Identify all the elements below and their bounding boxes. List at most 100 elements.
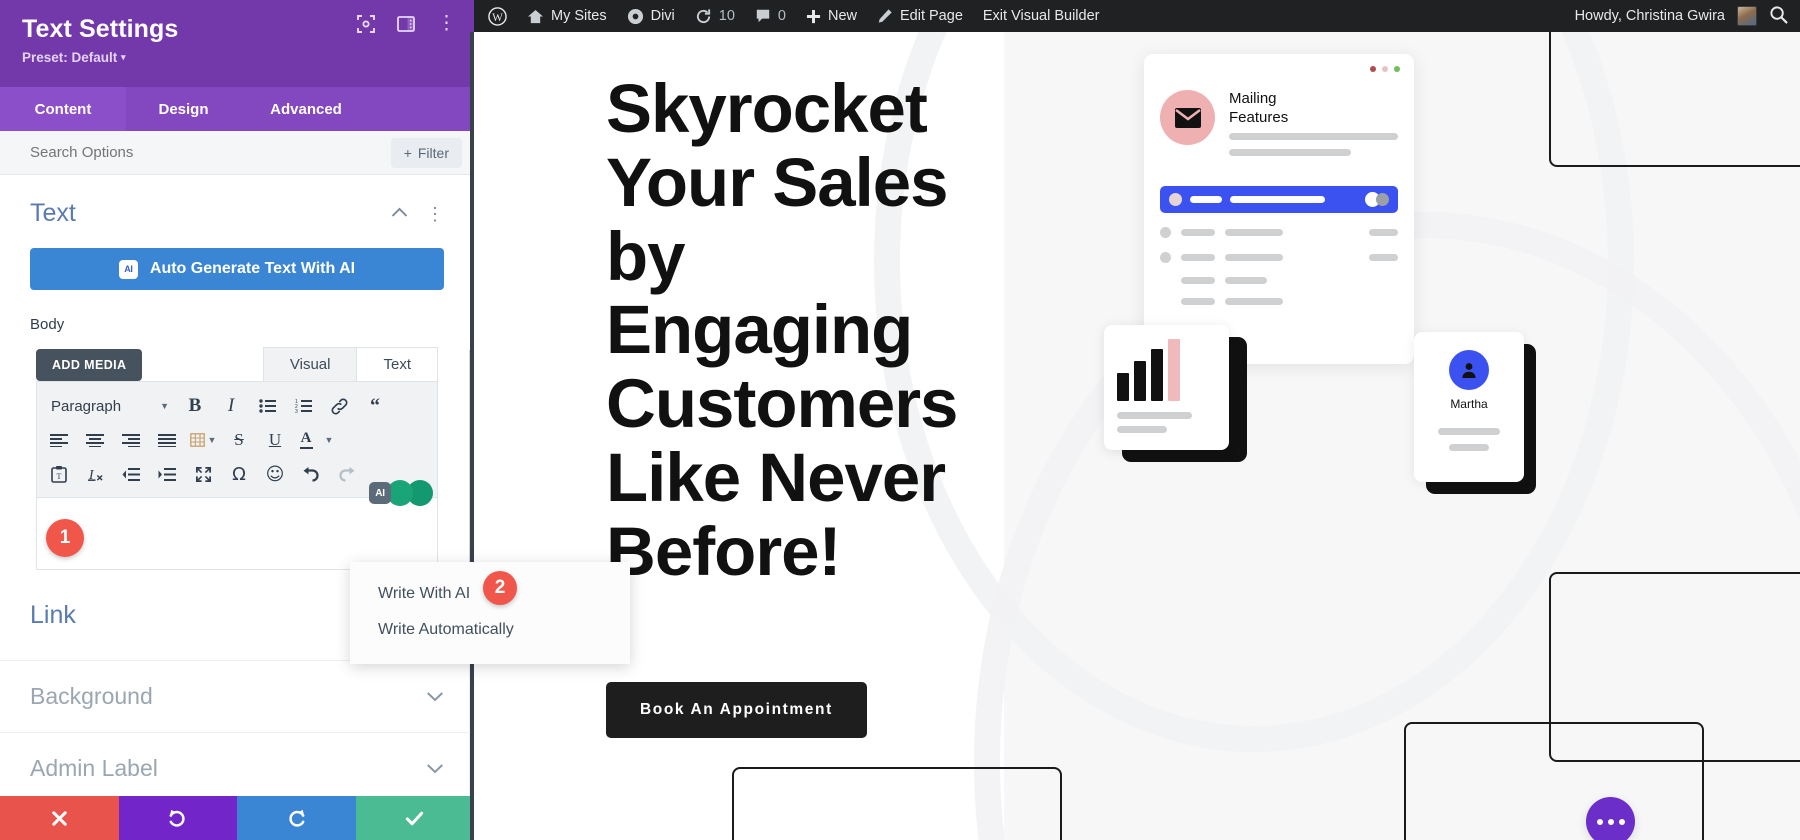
add-media-button[interactable]: ADD MEDIA <box>36 349 143 381</box>
dot-red <box>1370 66 1376 72</box>
body-textarea[interactable]: AI <box>36 480 438 570</box>
adminbar-divi[interactable]: Divi <box>617 0 685 32</box>
more-options-fab[interactable] <box>1586 797 1635 840</box>
person-avatar-icon <box>1449 350 1489 390</box>
more-dots-icon <box>1618 818 1625 825</box>
tab-content[interactable]: Content <box>0 87 126 131</box>
clear-formatting-icon[interactable]: I <box>77 459 113 489</box>
panel-resize-handle[interactable] <box>470 32 474 840</box>
admin-label-section[interactable]: Admin Label <box>0 732 474 804</box>
format-select[interactable]: Paragraph ▼ <box>41 391 177 421</box>
adminbar-exit-visual-builder[interactable]: Exit Visual Builder <box>973 0 1110 32</box>
chevron-up-icon[interactable] <box>391 205 408 223</box>
pencil-edit-icon <box>878 9 892 23</box>
hero-heading: Skyrocket Your Sales by Engaging Custome… <box>606 70 958 590</box>
wordpress-admin-bar: W My Sites Divi 10 0 New Edit Page Exit … <box>474 0 1800 32</box>
panel-body: Text ⋮ AI Auto Generate Text With AI Bod… <box>0 175 474 840</box>
placeholder-row <box>1160 297 1398 305</box>
indent-icon[interactable] <box>149 459 185 489</box>
chevron-down-icon: ▼ <box>160 401 169 411</box>
adminbar-label: Edit Page <box>900 8 963 24</box>
paste-as-text-icon[interactable]: T <box>41 459 77 489</box>
search-input[interactable] <box>30 144 391 161</box>
ai-assistant-controls[interactable]: AI <box>369 480 433 506</box>
numbered-list-icon[interactable]: 123 <box>285 391 321 421</box>
tab-advanced[interactable]: Advanced <box>241 87 371 131</box>
adminbar-edit-page[interactable]: Edit Page <box>867 0 973 32</box>
module-settings-panel: Text Settings Preset: Default ▾ ⋮ Conten… <box>0 0 474 840</box>
kebab-menu-icon[interactable]: ⋮ <box>426 205 444 223</box>
editor-tab-text[interactable]: Text <box>357 347 438 381</box>
align-left-icon[interactable] <box>41 425 77 455</box>
fullscreen-icon[interactable] <box>185 459 221 489</box>
editor-tab-visual[interactable]: Visual <box>262 347 358 381</box>
text-color-icon[interactable]: A <box>293 425 319 455</box>
window-dots <box>1370 66 1400 72</box>
italic-icon[interactable]: I <box>213 391 249 421</box>
more-dots-icon <box>1596 818 1603 825</box>
layout-panel-icon[interactable] <box>397 15 415 33</box>
underline-icon[interactable]: U <box>257 425 293 455</box>
blockquote-icon[interactable]: “ <box>357 391 393 421</box>
chevron-down-icon[interactable]: ▼ <box>319 425 339 455</box>
preset-selector[interactable]: Preset: Default ▾ <box>22 50 452 65</box>
strikethrough-icon[interactable]: S <box>221 425 257 455</box>
text-section-header: Text ⋮ <box>0 175 474 238</box>
cancel-button[interactable] <box>0 796 119 840</box>
filter-button[interactable]: + Filter <box>390 137 462 168</box>
decor-outline-box-top <box>1549 32 1800 167</box>
placeholder-bar <box>1229 132 1398 140</box>
auto-generate-text-with-ai-button[interactable]: AI Auto Generate Text With AI <box>30 248 444 290</box>
comments-bubble-icon <box>756 9 770 23</box>
bulleted-list-icon[interactable] <box>249 391 285 421</box>
link-icon[interactable] <box>321 391 357 421</box>
ai-badge-icon: AI <box>369 482 391 504</box>
updates-refresh-icon <box>696 8 710 23</box>
panel-tabs: Content Design Advanced <box>0 87 474 131</box>
align-justify-icon[interactable] <box>149 425 185 455</box>
tab-design[interactable]: Design <box>126 87 241 131</box>
ai-badge-icon: AI <box>118 259 138 279</box>
undo-icon[interactable] <box>293 459 329 489</box>
kebab-menu-icon[interactable]: ⋮ <box>437 14 456 33</box>
outdent-icon[interactable] <box>113 459 149 489</box>
adminbar-comments[interactable]: 0 <box>745 0 796 32</box>
step-badge-2: 2 <box>483 571 517 605</box>
focus-frame-icon[interactable] <box>357 14 375 33</box>
undo-button[interactable] <box>118 796 237 840</box>
background-section[interactable]: Background <box>0 660 474 732</box>
bold-icon[interactable]: B <box>177 391 213 421</box>
toolbar-row-2: ▼ S U A ▼ <box>41 423 433 457</box>
adminbar-my-sites[interactable]: My Sites <box>517 0 617 32</box>
adminbar-wordpress-logo[interactable]: W <box>474 0 517 32</box>
emoji-icon[interactable]: ☺ <box>257 459 293 489</box>
redo-icon[interactable] <box>329 459 365 489</box>
save-button[interactable] <box>355 796 474 840</box>
avatar[interactable] <box>1737 6 1757 26</box>
sites-home-icon <box>528 9 543 23</box>
adminbar-updates[interactable]: 10 <box>685 0 745 32</box>
search-icon[interactable] <box>1769 5 1788 28</box>
placeholder-row <box>1160 226 1398 238</box>
step-badge-1: 1 <box>46 519 84 557</box>
align-center-icon[interactable] <box>77 425 113 455</box>
svg-text:3: 3 <box>295 409 298 413</box>
chevron-down-icon: ▾ <box>121 52 126 62</box>
dot-pink <box>1382 66 1388 72</box>
visual-builder-canvas: Skyrocket Your Sales by Engaging Custome… <box>474 32 1800 840</box>
adminbar-new[interactable]: New <box>796 0 867 32</box>
person-card-martha: Martha <box>1414 332 1524 482</box>
table-icon[interactable]: ▼ <box>185 425 221 455</box>
redo-button[interactable] <box>237 796 356 840</box>
placeholder-row <box>1160 276 1398 284</box>
menu-item-write-automatically[interactable]: Write Automatically <box>350 612 630 648</box>
align-right-icon[interactable] <box>113 425 149 455</box>
section-title: Link <box>30 600 76 629</box>
adminbar-howdy[interactable]: Howdy, Christina Gwira <box>1575 8 1725 24</box>
filter-label: Filter <box>417 144 449 161</box>
svg-text:W: W <box>492 11 503 23</box>
dot-green <box>1394 66 1400 72</box>
book-appointment-button[interactable]: Book An Appointment <box>606 682 867 738</box>
special-character-icon[interactable]: Ω <box>221 459 257 489</box>
placeholder-bar <box>1229 148 1351 156</box>
